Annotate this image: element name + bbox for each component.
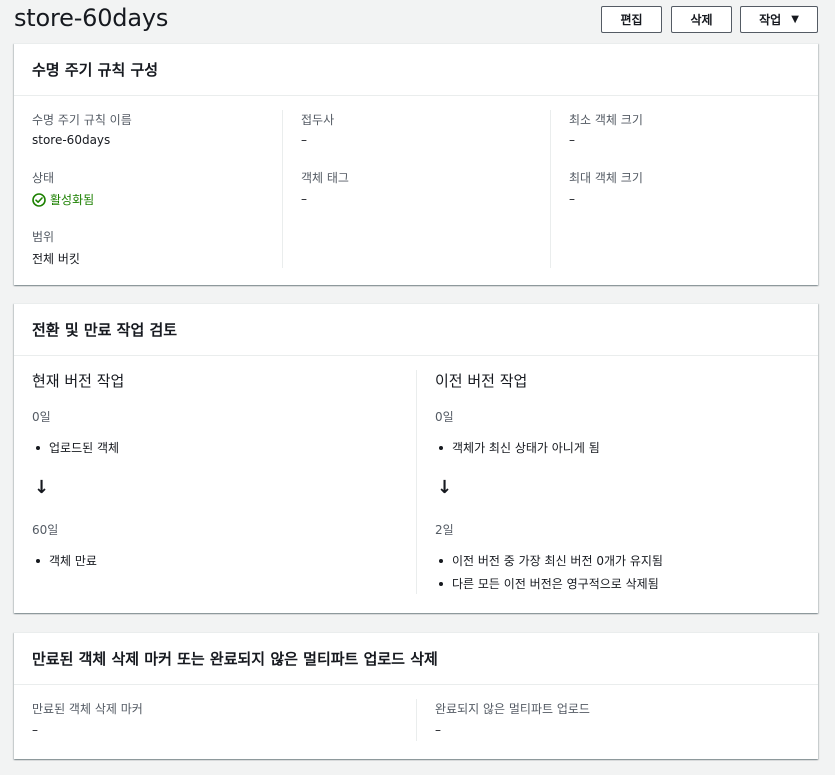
previous-item-noncurrent: 객체가 최신 상태가 아니게 됨 xyxy=(435,439,600,456)
previous-day-start: 0일 xyxy=(435,410,454,424)
scope-value: 전체 버킷 xyxy=(32,252,80,266)
rule-name-label: 수명 주기 규칙 이름 xyxy=(32,113,132,127)
prefix-label: 접두사 xyxy=(301,113,335,127)
prefix-value: – xyxy=(301,133,307,147)
column-divider xyxy=(416,370,417,594)
min-size-label: 최소 객체 크기 xyxy=(569,113,643,127)
edit-button[interactable]: 편집 xyxy=(601,6,662,33)
rule-config-title: 수명 주기 규칙 구성 xyxy=(32,61,159,79)
caret-down-icon: ▼ xyxy=(791,14,799,25)
status-label: 상태 xyxy=(32,171,55,185)
column-divider xyxy=(416,699,417,741)
cleanup-body: 만료된 객체 삭제 마커 – 완료되지 않은 멀티파트 업로드 – xyxy=(14,685,818,759)
review-actions-body: 현재 버전 작업 0일 업로드된 객체 ↓ 60일 객체 만료 이전 버전 작업… xyxy=(14,356,818,613)
multipart-value: – xyxy=(435,723,441,737)
object-tag-value: – xyxy=(301,192,307,206)
current-item-uploaded: 업로드된 객체 xyxy=(32,439,119,456)
review-actions-title: 전환 및 만료 작업 검토 xyxy=(32,321,178,339)
actions-button[interactable]: 작업 ▼ xyxy=(740,6,818,33)
actions-button-label: 작업 xyxy=(759,13,782,27)
current-version-heading: 현재 버전 작업 xyxy=(32,372,125,390)
rule-config-panel: 수명 주기 규칙 구성 수명 주기 규칙 이름 store-60days 상태 … xyxy=(14,43,818,285)
arrow-down-icon: ↓ xyxy=(34,477,50,498)
page-header: store-60days 편집 삭제 작업 ▼ xyxy=(0,0,835,42)
current-item-expire: 객체 만료 xyxy=(32,552,97,569)
rule-name-value: store-60days xyxy=(32,133,111,147)
current-day-start: 0일 xyxy=(32,410,51,424)
column-divider xyxy=(550,110,551,268)
cleanup-title: 만료된 객체 삭제 마커 또는 완료되지 않은 멀티파트 업로드 삭제 xyxy=(32,650,438,668)
review-actions-header: 전환 및 만료 작업 검토 xyxy=(14,304,818,356)
review-actions-panel: 전환 및 만료 작업 검토 현재 버전 작업 0일 업로드된 객체 ↓ 60일 … xyxy=(14,303,818,613)
delete-markers-value: – xyxy=(32,723,38,737)
cleanup-header: 만료된 객체 삭제 마커 또는 완료되지 않은 멀티파트 업로드 삭제 xyxy=(14,633,818,685)
delete-button[interactable]: 삭제 xyxy=(671,6,732,33)
previous-day-delete: 2일 xyxy=(435,523,454,537)
object-tag-label: 객체 태그 xyxy=(301,171,349,185)
multipart-label: 완료되지 않은 멀티파트 업로드 xyxy=(435,702,590,716)
max-size-label: 최대 객체 크기 xyxy=(569,171,643,185)
status-value: 활성화됨 xyxy=(50,193,95,207)
min-size-value: – xyxy=(569,133,575,147)
status-badge: 활성화됨 xyxy=(32,191,94,208)
max-size-value: – xyxy=(569,192,575,206)
rule-config-header: 수명 주기 규칙 구성 xyxy=(14,44,818,96)
column-divider xyxy=(282,110,283,268)
delete-markers-label: 만료된 객체 삭제 마커 xyxy=(32,702,143,716)
current-day-expire: 60일 xyxy=(32,523,59,537)
previous-version-heading: 이전 버전 작업 xyxy=(435,372,528,390)
previous-item-retained: 이전 버전 중 가장 최신 버전 0개가 유지됨 xyxy=(435,552,663,569)
scope-label: 범위 xyxy=(32,230,55,244)
check-circle-icon xyxy=(32,192,46,207)
arrow-down-icon: ↓ xyxy=(437,477,453,498)
page-title: store-60days xyxy=(14,4,169,32)
previous-item-deleted: 다른 모든 이전 버전은 영구적으로 삭제됨 xyxy=(435,575,659,592)
rule-config-body: 수명 주기 규칙 이름 store-60days 상태 활성화됨 범위 전체 버… xyxy=(14,96,818,285)
cleanup-panel: 만료된 객체 삭제 마커 또는 완료되지 않은 멀티파트 업로드 삭제 만료된 … xyxy=(14,632,818,759)
